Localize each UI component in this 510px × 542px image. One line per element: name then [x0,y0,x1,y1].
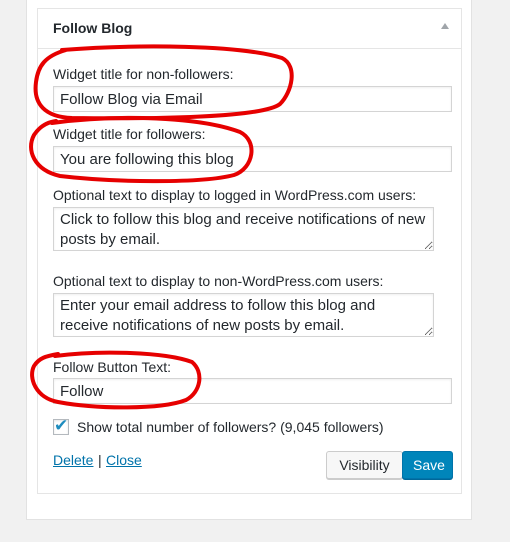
follow-blog-widget: Follow Blog Widget title for non-followe… [37,8,462,494]
followers-title-label: Widget title for followers: [53,126,206,142]
nonwp-text-label: Optional text to display to non-WordPres… [53,273,384,289]
close-link[interactable]: Close [106,452,142,468]
collapse-arrow-icon[interactable] [441,23,449,29]
save-button[interactable]: Save [402,451,453,479]
show-followers-checkbox[interactable]: ✔ [53,416,69,435]
delete-link[interactable]: Delete [53,452,93,468]
follow-button-text-label: Follow Button Text: [53,359,172,375]
nonfollowers-title-label: Widget title for non-followers: [53,66,234,82]
widget-header[interactable]: Follow Blog [38,9,461,49]
link-separator: | [98,452,102,468]
checkmark-icon: ✔ [54,416,69,435]
followers-title-input[interactable] [53,146,452,172]
loggedin-text-label: Optional text to display to logged in Wo… [53,187,417,203]
follow-button-text-input[interactable] [53,378,452,404]
show-followers-label[interactable]: Show total number of followers? (9,045 f… [77,419,384,435]
widget-title: Follow Blog [53,20,133,36]
visibility-button[interactable]: Visibility [326,451,403,479]
nonwp-text-area[interactable]: Enter your email address to follow this … [53,293,434,337]
nonfollowers-title-input[interactable] [53,86,452,112]
loggedin-text-area[interactable]: Click to follow this blog and receive no… [53,207,434,251]
